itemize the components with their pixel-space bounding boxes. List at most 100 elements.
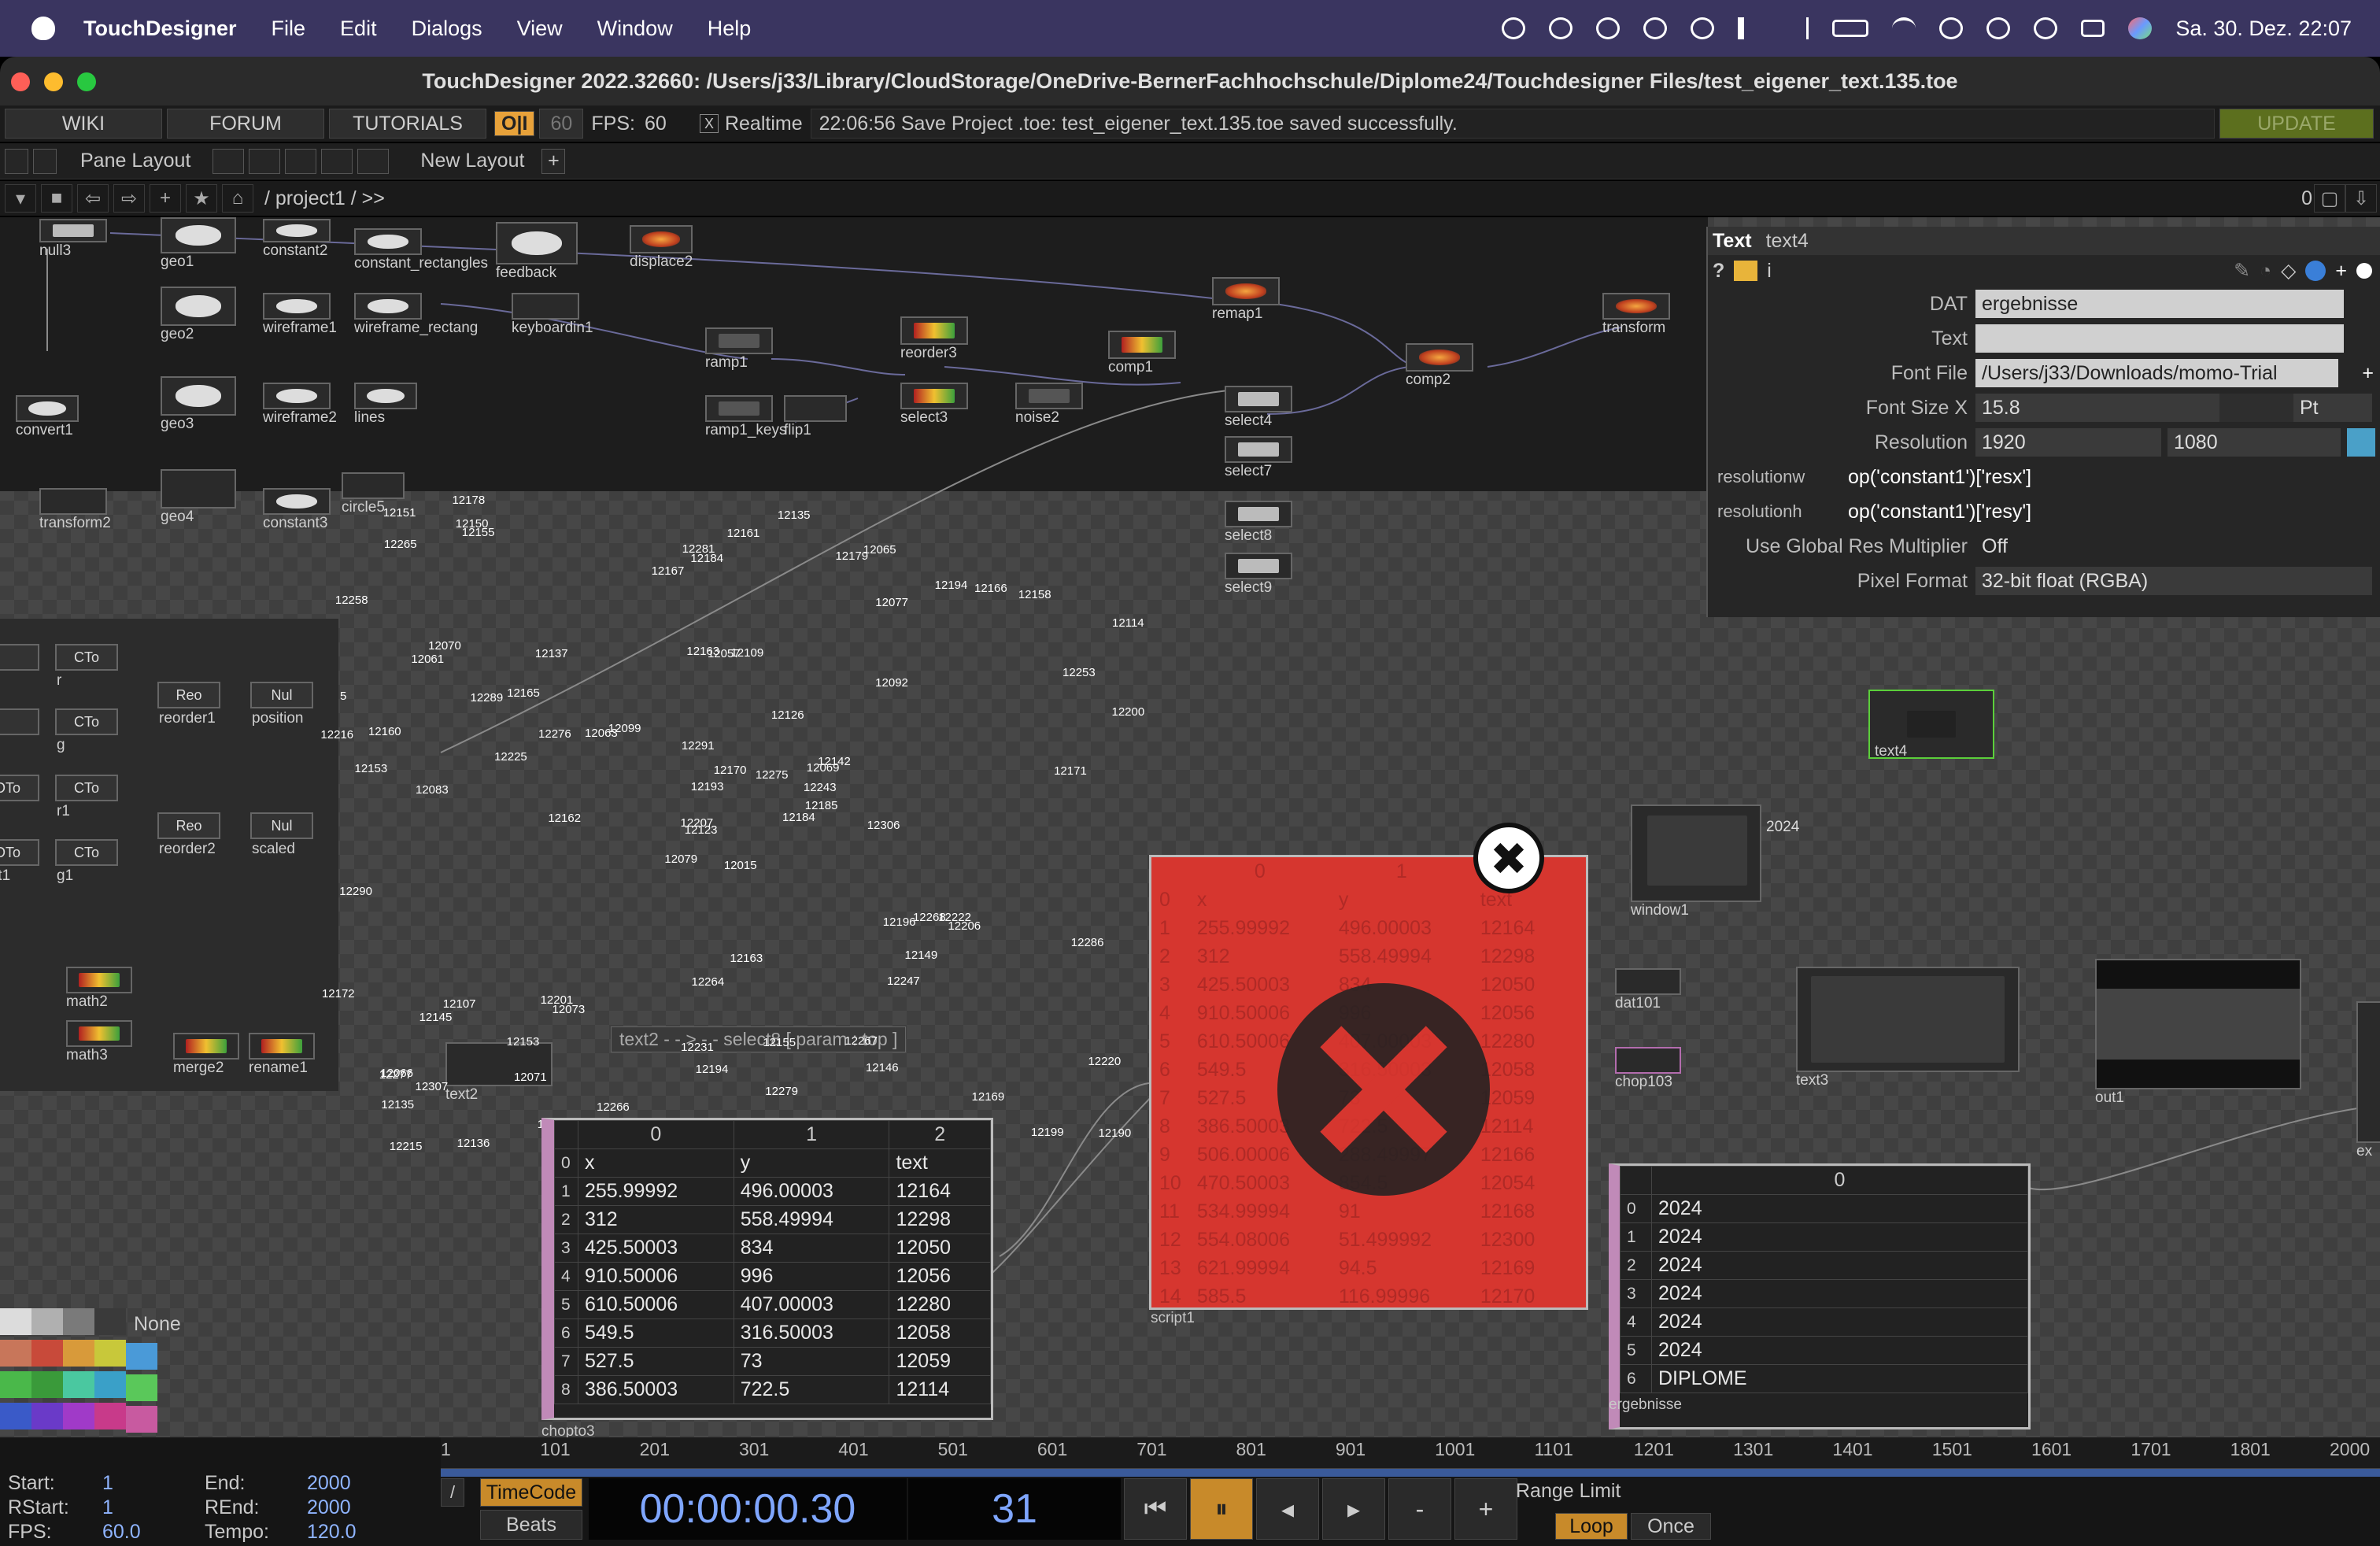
convert1-node[interactable]: convert1	[16, 395, 79, 438]
menu-view[interactable]: View	[517, 17, 563, 41]
minus-button[interactable]: -	[1388, 1478, 1451, 1540]
color-swatch[interactable]	[31, 1371, 63, 1398]
viewer-active-icon[interactable]	[2356, 263, 2372, 279]
color-swatch[interactable]	[94, 1403, 126, 1429]
circle5-node[interactable]: circle5	[342, 472, 405, 516]
dat101-node[interactable]: dat101	[1615, 968, 1681, 1012]
menu-help[interactable]: Help	[708, 17, 752, 41]
table-row[interactable]: 5 2024	[1620, 1336, 2028, 1365]
text4-node[interactable]: text4	[1868, 690, 1994, 760]
select7-node[interactable]: select7	[1225, 436, 1292, 479]
info-value[interactable]: 60.0	[102, 1521, 205, 1545]
font-unit-menu[interactable]: Pt	[2293, 394, 2372, 422]
timecode-display[interactable]: 00:00:00.30	[589, 1478, 907, 1540]
wireframe-rectang-node[interactable]: wireframe_rectang	[354, 293, 478, 336]
color-swatch[interactable]	[63, 1308, 94, 1335]
table-row[interactable]: 14 585.5 116.99996 12170	[1151, 1282, 1567, 1307]
pause-button[interactable]: ⏸	[1190, 1478, 1253, 1540]
dto-th1-node[interactable]: DToth1	[0, 775, 39, 801]
table-row[interactable]: 6 DIPLOME	[1620, 1364, 2028, 1393]
bookmark-icon[interactable]: ★	[186, 184, 217, 213]
forward-icon[interactable]: ⇨	[113, 184, 145, 213]
constant3-node[interactable]: constant3	[263, 488, 331, 531]
left-node-2[interactable]	[0, 708, 39, 735]
fps-cap-field[interactable]: 60	[539, 109, 584, 139]
cto-r-node[interactable]: CTo r	[55, 644, 118, 689]
python-help-icon[interactable]	[1734, 261, 1758, 281]
text3-node[interactable]: text3	[1796, 967, 2020, 1089]
table-row[interactable]: 7527.57312059	[554, 1347, 991, 1376]
cto-g-node[interactable]: CTo g	[55, 708, 118, 753]
realtime-checkbox[interactable]: X	[699, 114, 719, 133]
add-operator-icon[interactable]: +	[150, 184, 181, 213]
timecode-button[interactable]: TimeCode	[480, 1478, 582, 1507]
select4-node[interactable]: select4	[1225, 386, 1292, 429]
close-window-button[interactable]	[11, 72, 30, 91]
out1-node[interactable]: out1	[2095, 959, 2301, 1106]
info-value[interactable]: 120.0	[307, 1521, 425, 1545]
table-row[interactable]: 2 312 558.49994 12298	[554, 1205, 991, 1234]
zoom-window-button[interactable]	[77, 72, 96, 91]
color-swatch[interactable]	[31, 1403, 63, 1429]
select9-node[interactable]: select9	[1225, 553, 1292, 596]
math3-node[interactable]: math3	[66, 1020, 132, 1063]
table-row[interactable]: 3 2024	[1620, 1279, 2028, 1308]
font-file-field[interactable]: /Users/j33/Downloads/momo-Trial	[1975, 359, 2339, 387]
wireframe1-node[interactable]: wireframe1	[263, 293, 337, 336]
chopto3-dat-viewer[interactable]: 012 0 x y text 1 255.99992 496.00003 12164 2 312 5…	[541, 1118, 993, 1420]
menu-dialogs[interactable]: Dialogs	[412, 17, 482, 41]
beats-button[interactable]: Beats	[480, 1510, 582, 1540]
dto-ight1-node[interactable]: DTo ight1	[0, 839, 39, 884]
minimize-window-button[interactable]	[44, 72, 63, 91]
constant2-node[interactable]: constant2	[263, 219, 331, 259]
operator-snippets-icon[interactable]: ◇	[2281, 259, 2296, 283]
color-swatch[interactable]	[31, 1308, 63, 1335]
constant-rectangles-node[interactable]: constant_rectangles	[354, 228, 488, 272]
update-button[interactable]: UPDATE	[2219, 109, 2374, 139]
ramp1-node[interactable]: ramp1	[705, 327, 773, 371]
table-row[interactable]: 0 2024	[1620, 1194, 2028, 1223]
table-row[interactable]: 2 2024	[1620, 1251, 2028, 1280]
time-machine-icon[interactable]	[1986, 17, 2011, 39]
color-swatch[interactable]	[126, 1374, 157, 1401]
python-icon[interactable]	[2305, 261, 2326, 281]
remap1-node[interactable]: remap1	[1212, 277, 1280, 322]
stop-icon[interactable]: ■	[41, 184, 72, 213]
resolution-expand-icon[interactable]	[2347, 428, 2375, 457]
color-swatch[interactable]	[126, 1343, 157, 1370]
info-value[interactable]: 1	[102, 1472, 205, 1496]
table-row[interactable]: 3 425.50003 834 12050	[554, 1233, 991, 1263]
info-value[interactable]: 2000	[307, 1472, 425, 1496]
table-row[interactable]: 1 2024	[1620, 1222, 2028, 1252]
info-icon[interactable]: i	[1767, 260, 1772, 283]
window1-node[interactable]: window1	[1631, 804, 1761, 919]
pane-download-icon[interactable]: ⇩	[2345, 184, 2377, 213]
table-row[interactable]: 1 255.99992 496.00003 12164	[1151, 914, 1567, 942]
layout-quad-button[interactable]	[357, 148, 390, 174]
info-value[interactable]: 1	[102, 1496, 205, 1521]
creative-cloud-icon[interactable]	[1596, 17, 1621, 39]
chop103-node[interactable]: chop103	[1615, 1047, 1681, 1090]
step-back-button[interactable]: ◂	[1256, 1478, 1319, 1540]
geo2-node[interactable]: geo2	[161, 287, 236, 342]
position-node[interactable]: Nul position	[250, 682, 313, 727]
table-row[interactable]: 4 2024	[1620, 1307, 2028, 1337]
once-button[interactable]: Once	[1631, 1513, 1711, 1540]
scaled-node[interactable]: Nul scaled	[250, 812, 313, 857]
dat-field[interactable]: ergebnisse	[1975, 290, 2344, 318]
app-menu[interactable]: TouchDesigner	[83, 17, 237, 41]
pane-menu-icon[interactable]: ▾	[5, 184, 36, 213]
color-swatch[interactable]	[94, 1371, 126, 1398]
info-value[interactable]: 2000	[307, 1496, 425, 1521]
edit-icon[interactable]: ✎	[2234, 259, 2250, 283]
ex-node[interactable]: ex	[2356, 1001, 2380, 1160]
user-icon[interactable]	[1939, 17, 1964, 39]
reorder1-node[interactable]: Reo reorder1	[157, 682, 220, 727]
add-layout-button[interactable]: +	[541, 148, 566, 174]
maximize-pane-icon[interactable]: ▢	[2314, 184, 2345, 213]
layout-vsplit-button[interactable]	[249, 148, 281, 174]
volume-icon[interactable]	[1738, 17, 1761, 39]
color-swatch[interactable]	[126, 1406, 157, 1433]
color-swatch[interactable]	[0, 1371, 31, 1398]
wiki-button[interactable]: WIKI	[5, 109, 162, 139]
